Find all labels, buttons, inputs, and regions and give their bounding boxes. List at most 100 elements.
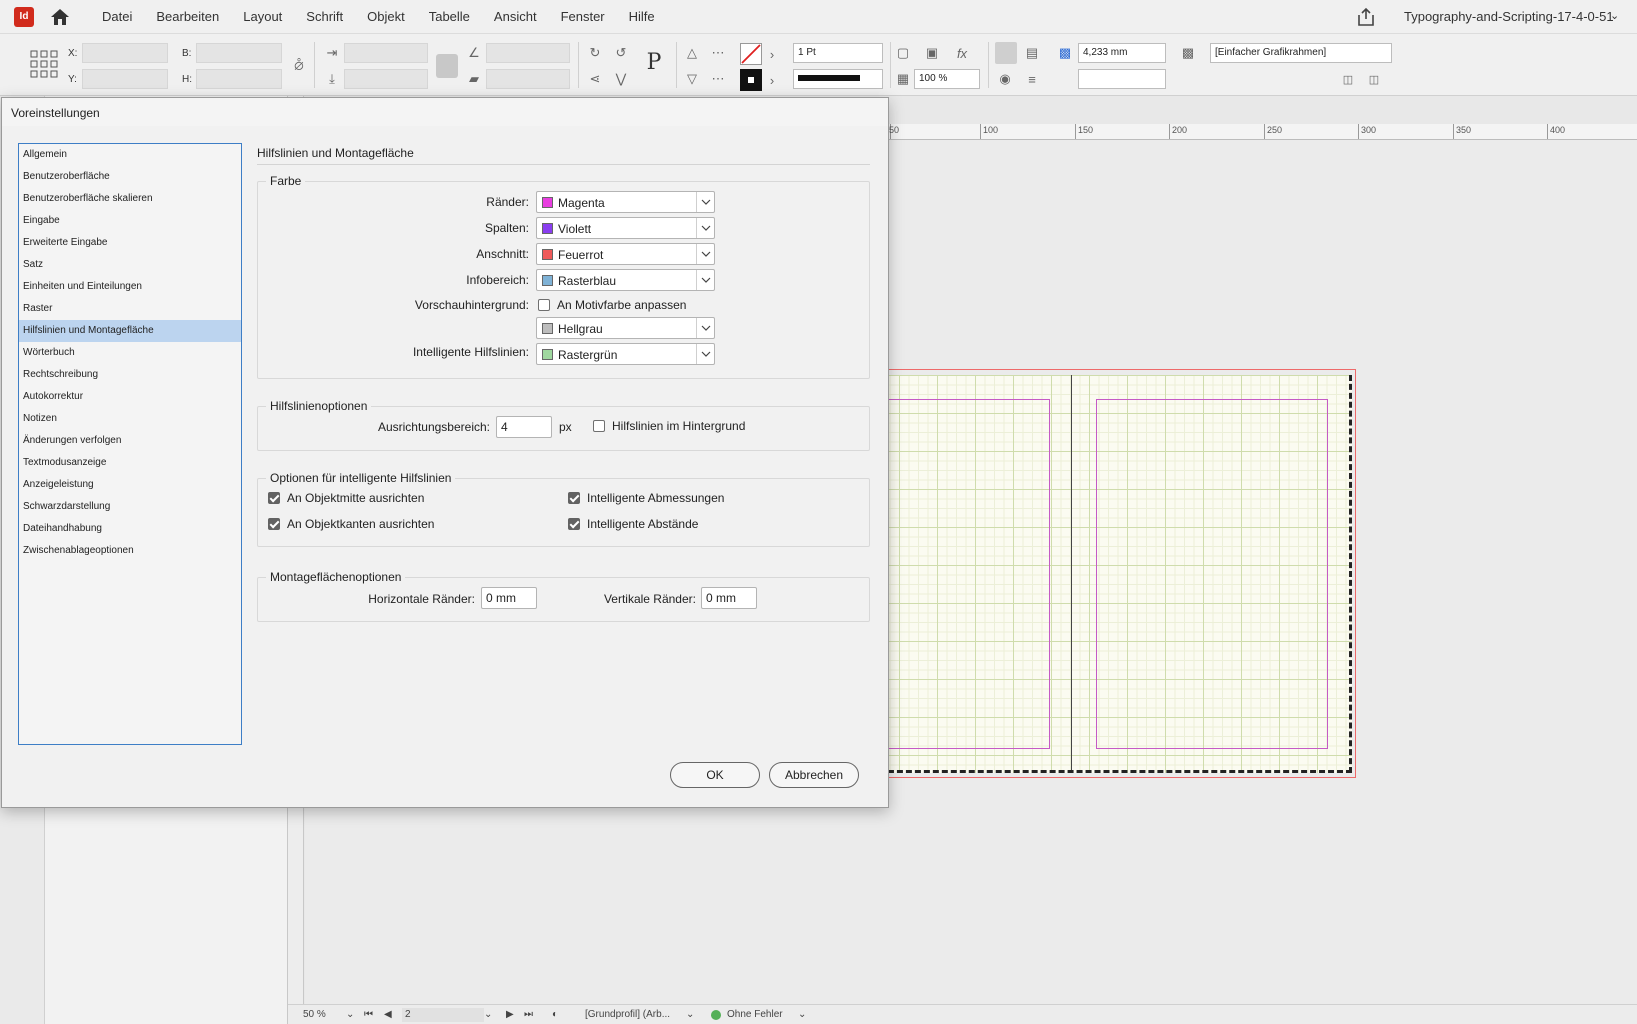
page-spread[interactable] [860,369,1356,778]
category-item[interactable]: Satz [19,254,241,276]
category-item[interactable]: Wörterbuch [19,342,241,364]
auto-fit-icon[interactable]: ▩ [1055,43,1075,63]
select-next-icon[interactable]: ⋯ [708,69,728,89]
stroke-swatch-icon[interactable] [740,69,762,91]
rotate-field[interactable] [486,43,570,63]
horizontal-margins-input[interactable]: 0 mm [481,587,537,609]
menu-item[interactable]: Datei [90,9,144,24]
chevron-down-icon[interactable]: ⌄ [1610,9,1619,22]
home-icon[interactable] [48,5,72,29]
wrap-object-icon[interactable]: ◉ [995,69,1015,89]
height-field[interactable] [196,69,282,89]
category-item[interactable]: Anzeigeleistung [19,474,241,496]
align-object-edges-checkbox[interactable] [268,518,280,530]
clear-overrides-icon[interactable]: ◫ [1338,69,1358,89]
page-menu-icon[interactable]: ◐ [552,1009,558,1020]
document-title[interactable]: Typography-and-Scripting-17-4-0-51 [1404,9,1614,24]
align-object-center-checkbox[interactable] [268,492,280,504]
scale-y-field[interactable] [344,69,428,89]
flip-vertical-icon[interactable]: ⋁ [611,69,631,89]
category-item[interactable]: Allgemein [19,144,241,166]
category-item[interactable]: Hilfslinien und Montagefläche [19,320,241,342]
guides-in-back-checkbox[interactable] [593,420,605,432]
shear-icon[interactable]: ▰ [464,69,484,89]
category-item[interactable]: Textmodusanzeige [19,452,241,474]
category-item[interactable]: Autokorrektur [19,386,241,408]
text-frame-icon[interactable]: P [640,50,668,78]
app-logo[interactable]: Id [14,6,34,27]
menu-item[interactable]: Schrift [294,9,355,24]
chevron-down-icon[interactable] [696,318,714,338]
smart-guides-color-select[interactable]: Rastergrün [536,343,715,365]
effects-icon[interactable]: fx [952,43,972,63]
x-field[interactable] [82,43,168,63]
text-wrap-box-icon[interactable]: ▤ [1022,43,1042,63]
select-previous-icon[interactable]: ⋯ [708,43,728,63]
page-number-field[interactable]: 2 [402,1008,484,1022]
smart-spacing-checkbox[interactable] [568,518,580,530]
chevron-down-icon[interactable]: ⌄ [484,1009,492,1020]
zoom-level[interactable]: 50 % [303,1009,326,1020]
slug-color-select[interactable]: Rasterblau [536,269,715,291]
next-page-icon[interactable]: ▶ [506,1009,514,1020]
constrain-proportions-icon[interactable]: ⦲ [289,56,309,76]
menu-item[interactable]: Hilfe [617,9,667,24]
ok-button[interactable]: OK [670,762,760,788]
menu-item[interactable]: Fenster [549,9,617,24]
width-field[interactable] [196,43,282,63]
stroke-menu-icon[interactable]: › [764,70,780,90]
smart-dimensions-checkbox[interactable] [568,492,580,504]
y-field[interactable] [82,69,168,89]
rotate-ccw-icon[interactable]: ↺ [611,43,631,63]
fill-menu-icon[interactable]: › [764,44,780,64]
category-item[interactable]: Zwischenablageoptionen [19,540,241,562]
category-item[interactable]: Änderungen verfolgen [19,430,241,452]
link-icon[interactable] [436,54,458,78]
chevron-down-icon[interactable] [696,344,714,364]
category-item[interactable]: Rechtschreibung [19,364,241,386]
category-item[interactable]: Benutzeroberfläche [19,166,241,188]
last-page-icon[interactable]: ⏭ [524,1009,533,1020]
vertical-margins-input[interactable]: 0 mm [701,587,757,609]
menu-item[interactable]: Ansicht [482,9,549,24]
category-item[interactable]: Erweiterte Eingabe [19,232,241,254]
frame-fit-icon[interactable]: ▢ [893,43,913,63]
select-content-icon[interactable]: ▽ [682,69,702,89]
rotate-angle-icon[interactable]: ∠ [464,43,484,63]
chevron-down-icon[interactable] [696,244,714,264]
menu-item[interactable]: Layout [231,9,294,24]
category-item[interactable]: Raster [19,298,241,320]
category-item[interactable]: Eingabe [19,210,241,232]
stroke-type-field[interactable] [793,69,883,89]
chevron-down-icon[interactable]: ⌄ [798,1009,806,1020]
share-icon[interactable] [1355,6,1377,28]
category-item[interactable]: Dateihandhabung [19,518,241,540]
preflight-profile[interactable]: [Grundprofil] (Arb... [585,1009,670,1020]
text-wrap-none-icon[interactable] [995,42,1017,64]
first-page-icon[interactable]: ⏮ [364,1009,373,1020]
opacity-field[interactable]: 100 % [914,69,980,89]
dimension-field[interactable]: 4,233 mm [1078,43,1166,63]
menu-item[interactable]: Tabelle [417,9,482,24]
chevron-down-icon[interactable]: ⌄ [686,1009,694,1020]
columns-color-select[interactable]: Violett [536,217,715,239]
category-item[interactable]: Notizen [19,408,241,430]
scale-x-field[interactable] [344,43,428,63]
select-container-icon[interactable]: △ [682,43,702,63]
scale-y-icon[interactable]: ⤓ [322,69,342,89]
menu-item[interactable]: Objekt [355,9,417,24]
object-style-dropdown[interactable]: [Einfacher Grafikrahmen] [1210,43,1392,63]
menu-item[interactable]: Bearbeiten [144,9,231,24]
bleed-color-select[interactable]: Feuerrot [536,243,715,265]
corner-field[interactable] [1078,69,1166,89]
category-item[interactable]: Benutzeroberfläche skalieren [19,188,241,210]
reference-point-icon[interactable] [30,50,58,78]
flip-horizontal-icon[interactable]: ⋖ [585,69,605,89]
preview-background-select[interactable]: Hellgrau [536,317,715,339]
drop-shadow-icon[interactable]: ▣ [922,43,942,63]
margins-color-select[interactable]: Magenta [536,191,715,213]
chevron-down-icon[interactable]: ⌄ [346,1009,354,1020]
fill-none-icon[interactable] [740,43,762,65]
match-theme-checkbox[interactable] [538,299,550,311]
object-style-icon[interactable]: ▩ [1178,43,1198,63]
